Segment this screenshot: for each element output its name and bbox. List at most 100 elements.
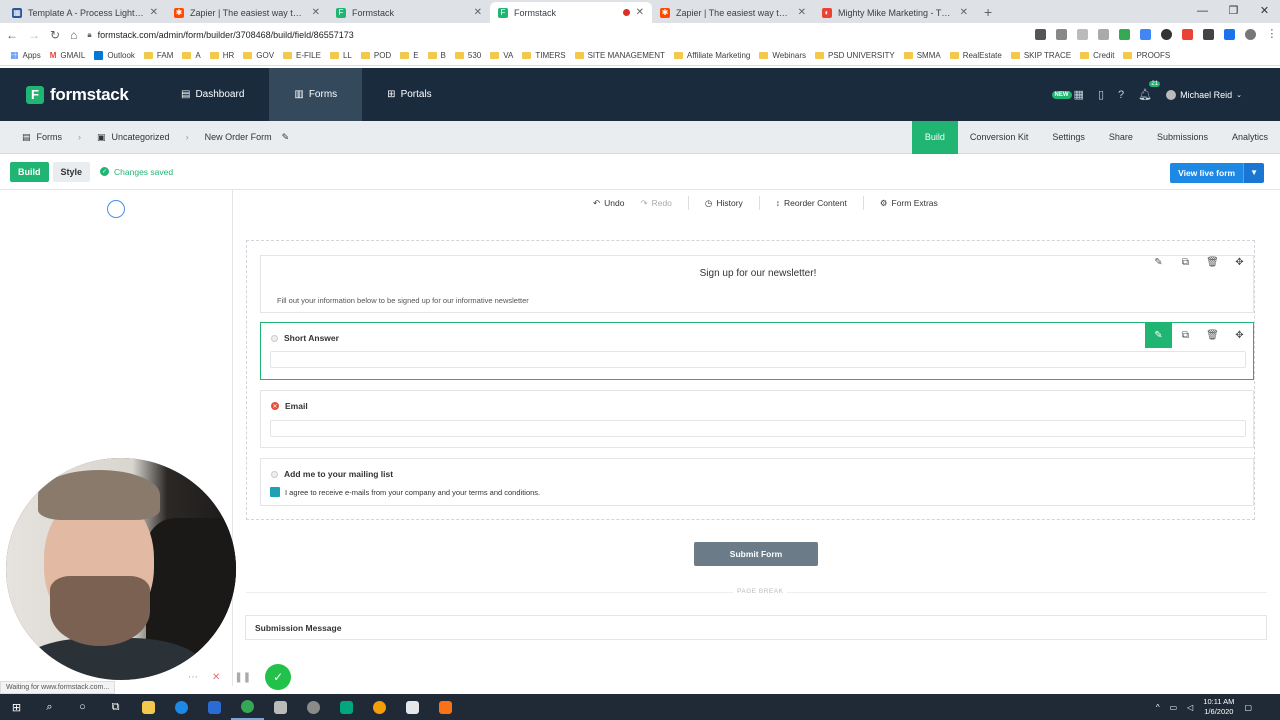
bookmark-item[interactable]: E-FILE (283, 51, 321, 60)
close-tab-icon[interactable]: ✕ (636, 7, 644, 18)
reload-icon[interactable]: ↻ (50, 28, 60, 42)
extension-icon[interactable] (1140, 29, 1152, 40)
style-button[interactable]: Style (52, 161, 91, 182)
help-icon[interactable]: ? (1118, 89, 1124, 101)
home-icon[interactable]: ⌂ (70, 28, 77, 42)
task-view-icon[interactable]: ⧉ (99, 694, 132, 720)
chrome-icon[interactable] (231, 694, 264, 720)
redo-button[interactable]: ↷ Redo (640, 198, 671, 209)
bookmark-item[interactable]: 530 (454, 51, 481, 60)
submission-message-block[interactable]: Submission Message (245, 615, 1267, 640)
tab-build[interactable]: Build (911, 120, 958, 154)
bookmark-item[interactable]: E (400, 51, 419, 60)
bookmark-item[interactable]: Credit (1080, 51, 1114, 60)
close-icon[interactable]: ✕ (1249, 0, 1280, 23)
camera-icon[interactable] (1035, 29, 1047, 40)
submit-form-button[interactable]: Submit Form (694, 542, 818, 566)
view-live-dropdown-icon[interactable]: ▼ (1243, 163, 1264, 183)
more-icon[interactable]: ⋯ (188, 672, 198, 683)
nav-dashboard[interactable]: ▤ Dashboard (156, 68, 269, 121)
finish-recording-icon[interactable]: ✓ (265, 664, 292, 690)
windows-start-icon[interactable]: ⊞ (0, 694, 33, 720)
tab-settings[interactable]: Settings (1040, 121, 1097, 154)
form-extras-button[interactable]: ⚙ Form Extras (880, 198, 938, 209)
extension-icon[interactable] (1203, 29, 1215, 40)
star-icon[interactable] (1056, 29, 1068, 40)
duplicate-icon[interactable]: ⧉ (1172, 250, 1199, 275)
bookmark-item[interactable]: RealEstate (949, 51, 1002, 60)
pencil-icon[interactable]: ✎ (282, 132, 290, 143)
notifications-icon[interactable]: ▢ (1244, 703, 1252, 712)
pause-icon[interactable]: ❚❚ (234, 672, 251, 683)
store-icon[interactable] (264, 694, 297, 720)
bookmark-item[interactable]: ▦ Apps (10, 50, 41, 61)
section-heading-field[interactable]: Sign up for our newsletter! Fill out you… (260, 255, 1254, 313)
browser-tab[interactable]: ✱ Zapier | The easiest way to autom ✕ (652, 2, 814, 23)
close-tab-icon[interactable]: ✕ (798, 7, 806, 18)
app-icon[interactable] (396, 694, 429, 720)
move-icon[interactable]: ✥ (1226, 323, 1253, 348)
forward-icon[interactable]: → (28, 28, 40, 42)
extension-icon[interactable] (1098, 29, 1110, 40)
edge-icon[interactable] (165, 694, 198, 720)
maximize-icon[interactable]: ❐ (1218, 0, 1249, 23)
browser-tab[interactable]: ✱ Zapier | The easiest way to autom ✕ (166, 2, 328, 23)
network-icon[interactable]: ▭ (1170, 703, 1178, 712)
history-button[interactable]: ◷ History (705, 198, 743, 209)
minimize-icon[interactable]: — (1187, 0, 1218, 23)
formstack-logo[interactable]: F formstack (26, 85, 156, 105)
search-icon[interactable]: ⌕ (33, 694, 66, 720)
tab-share[interactable]: Share (1097, 121, 1145, 154)
tab-submissions[interactable]: Submissions (1145, 121, 1220, 154)
extension-icon[interactable] (1182, 29, 1194, 40)
checkbox[interactable] (270, 487, 280, 497)
move-icon[interactable]: ✥ (1226, 250, 1253, 275)
bookmark-item[interactable]: TIMERS (522, 51, 566, 60)
browser-tab[interactable]: ▦ Template A - Process Light - Mig ✕ (4, 2, 166, 23)
app-icon[interactable] (297, 694, 330, 720)
browser-tab[interactable]: F Formstack ✕ (490, 2, 652, 23)
bell-icon[interactable]: 🔔︎ 21 (1138, 81, 1161, 101)
breadcrumb-forms[interactable]: Forms (37, 132, 63, 142)
breadcrumb-folder[interactable]: Uncategorized (112, 132, 170, 142)
close-tab-icon[interactable]: ✕ (150, 7, 158, 18)
bookmark-item[interactable]: SITE MANAGEMENT (574, 51, 665, 60)
bookmark-item[interactable]: VA (490, 51, 513, 60)
bookmark-item[interactable]: PROOFS (1123, 51, 1170, 60)
tab-analytics[interactable]: Analytics (1220, 121, 1280, 154)
url-input[interactable]: 🔒︎ formstack.com/admin/form/builder/3708… (87, 25, 1025, 44)
back-icon[interactable]: ← (6, 28, 18, 42)
pencil-icon[interactable]: ✎ (1145, 250, 1172, 275)
trash-icon[interactable]: 🗑︎ (1199, 323, 1226, 348)
firefox-icon[interactable] (198, 694, 231, 720)
bookmark-item[interactable]: PSD UNIVERSITY (815, 51, 895, 60)
bookmark-item[interactable]: Webinars (759, 51, 806, 60)
build-button[interactable]: Build (10, 161, 49, 182)
new-tab-button[interactable]: + (976, 2, 1000, 23)
bookmark-item[interactable]: Outlook (94, 51, 135, 60)
view-live-form-button[interactable]: View live form (1170, 163, 1244, 183)
browser-tab[interactable]: ◐ Mighty Mike Marketing - The W ✕ (814, 2, 976, 23)
nav-forms[interactable]: ▥ Forms (269, 68, 363, 121)
bookmark-item[interactable]: Affiliate Marketing (673, 51, 750, 60)
bookmark-item[interactable]: M GMAIL (50, 51, 86, 60)
nav-portals[interactable]: ⊞ Portals (362, 68, 457, 121)
close-tab-icon[interactable]: ✕ (312, 7, 320, 18)
bookmark-item[interactable]: LL (329, 51, 352, 60)
bookmark-item[interactable]: FAM (143, 51, 173, 60)
email-input[interactable] (270, 420, 1246, 437)
book-icon[interactable]: ▯ (1098, 88, 1104, 101)
extension-icon[interactable] (1077, 29, 1089, 40)
extension-icon[interactable] (1161, 29, 1173, 40)
menu-icon[interactable]: ⋮ (1266, 29, 1277, 40)
undo-button[interactable]: ↶ Undo (593, 198, 624, 209)
duplicate-icon[interactable]: ⧉ (1172, 323, 1199, 348)
clock[interactable]: 10:11 AM 1/6/2020 (1203, 697, 1234, 717)
tray-chevron-icon[interactable]: ^ (1156, 703, 1160, 712)
app-icon[interactable] (363, 694, 396, 720)
user-menu[interactable]: Michael Reid ⌄ (1166, 89, 1242, 100)
pencil-icon[interactable]: ✎ (1145, 323, 1172, 348)
extension-icon[interactable] (1119, 29, 1131, 40)
close-tab-icon[interactable]: ✕ (960, 7, 968, 18)
app-icon[interactable] (429, 694, 462, 720)
